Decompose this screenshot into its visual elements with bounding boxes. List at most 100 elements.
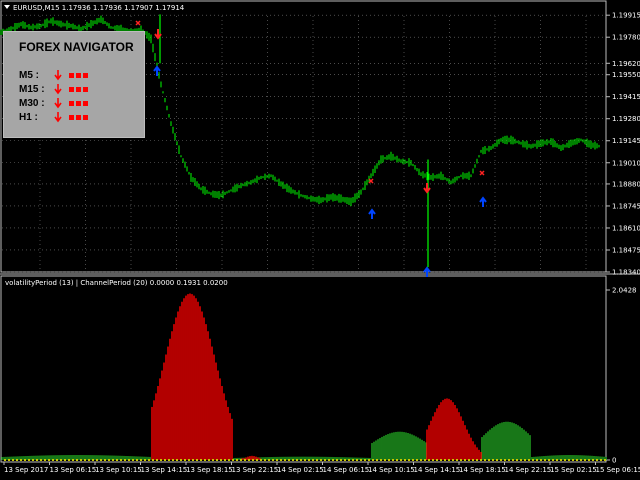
- signal-block: [69, 86, 74, 92]
- subwindow-frame: [0, 275, 607, 463]
- baseline-dot: [112, 459, 114, 461]
- baseline-dot: [196, 459, 198, 461]
- baseline-dot: [456, 459, 458, 461]
- baseline-dot: [248, 459, 250, 461]
- baseline-dot: [296, 459, 298, 461]
- baseline-dot: [444, 459, 446, 461]
- baseline-dot: [24, 459, 26, 461]
- baseline-dot: [184, 459, 186, 461]
- baseline-dot: [108, 459, 110, 461]
- price-tick-label: 1.18610: [612, 224, 640, 232]
- baseline-dot: [16, 459, 18, 461]
- baseline-dot: [316, 459, 318, 461]
- signal-block: [69, 100, 74, 106]
- baseline-dot: [120, 459, 122, 461]
- exit-cross-icon: [368, 178, 374, 184]
- baseline-dot: [284, 459, 286, 461]
- time-tick-label: 13 Sep 18:15: [186, 466, 233, 474]
- price-tick-label: 1.19915: [612, 12, 640, 20]
- signal-block: [76, 114, 81, 120]
- baseline-dot: [44, 459, 46, 461]
- baseline-dot: [172, 459, 174, 461]
- baseline-dot: [404, 459, 406, 461]
- baseline-dot: [568, 459, 570, 461]
- baseline-dot: [288, 459, 290, 461]
- baseline-dot: [580, 459, 582, 461]
- price-tick-label: 1.19550: [612, 71, 640, 79]
- baseline-dot: [412, 459, 414, 461]
- signal-block: [76, 72, 81, 78]
- navigator-title: FOREX NAVIGATOR: [19, 40, 134, 54]
- arrow-down-icon: [54, 98, 62, 109]
- menu-triangle-icon[interactable]: [4, 5, 10, 9]
- signal-blocks: [69, 72, 88, 78]
- baseline-dot: [228, 459, 230, 461]
- baseline-dot: [300, 459, 302, 461]
- baseline-dot: [484, 459, 486, 461]
- price-tick-label: 1.18475: [612, 246, 640, 254]
- baseline-dot: [552, 459, 554, 461]
- baseline-dot: [328, 459, 330, 461]
- baseline-dot: [132, 459, 134, 461]
- baseline-dot: [28, 459, 30, 461]
- baseline-dot: [216, 459, 218, 461]
- signal-block: [83, 100, 88, 106]
- baseline-dot: [244, 459, 246, 461]
- time-tick-label: 14 Sep 10:15: [368, 466, 415, 474]
- signal-blocks: [69, 86, 88, 92]
- time-tick-label: 14 Sep 22:15: [505, 466, 552, 474]
- baseline-dot: [40, 459, 42, 461]
- subwindow-label: volatilityPeriod (13) | ChannelPeriod (2…: [5, 279, 228, 287]
- baseline-dot: [88, 459, 90, 461]
- baseline-dot: [204, 459, 206, 461]
- baseline-dot: [432, 459, 434, 461]
- baseline-dot: [364, 459, 366, 461]
- time-tick-label: 14 Sep 06:15: [323, 466, 370, 474]
- baseline-dot: [156, 459, 158, 461]
- baseline-dot: [408, 459, 410, 461]
- baseline-dot: [324, 459, 326, 461]
- baseline-dot: [72, 459, 74, 461]
- baseline-dot: [600, 459, 602, 461]
- baseline-dot: [264, 459, 266, 461]
- baseline-dot: [12, 459, 14, 461]
- baseline-dot: [540, 459, 542, 461]
- baseline-dot: [528, 459, 530, 461]
- baseline-dot: [104, 459, 106, 461]
- price-tick-label: 1.18880: [612, 180, 640, 188]
- time-axis: 13 Sep 2017 13 Sep 06:1513 Sep 10:1513 Se…: [3, 462, 640, 474]
- price-tick-label: 1.19620: [612, 60, 640, 68]
- baseline-dot: [8, 459, 10, 461]
- baseline-dot: [348, 459, 350, 461]
- baseline-dot: [220, 459, 222, 461]
- time-tick-label: 13 Sep 2017: [4, 466, 48, 474]
- baseline-dot: [64, 459, 66, 461]
- navigator-row-m15: M15 :: [19, 82, 88, 96]
- baseline-dot: [516, 459, 518, 461]
- baseline-dot: [384, 459, 386, 461]
- baseline-dot: [476, 459, 478, 461]
- baseline-dot: [96, 459, 98, 461]
- baseline-dot: [20, 459, 22, 461]
- signal-block: [69, 72, 74, 78]
- baseline-dot: [376, 459, 378, 461]
- baseline-dot: [268, 459, 270, 461]
- baseline-dot: [148, 459, 150, 461]
- baseline-dot: [604, 459, 606, 461]
- baseline-dot: [116, 459, 118, 461]
- baseline-dot: [232, 459, 234, 461]
- baseline-dot: [292, 459, 294, 461]
- forex-navigator-panel: FOREX NAVIGATOR M5 : M15 : M30 : H1 :: [3, 31, 145, 138]
- price-tick-label: 1.18745: [612, 202, 640, 210]
- time-tick-label: 13 Sep 14:15: [141, 466, 188, 474]
- arrow-down-icon: [54, 112, 62, 123]
- baseline-dot: [180, 459, 182, 461]
- baseline-dot: [308, 459, 310, 461]
- baseline-dot: [572, 459, 574, 461]
- baseline-dot: [536, 459, 538, 461]
- baseline-dot: [480, 459, 482, 461]
- exit-cross-icon: [479, 170, 485, 176]
- baseline-dot: [560, 459, 562, 461]
- time-tick-label: 15 Sep 02:15: [550, 466, 597, 474]
- baseline-dot: [188, 459, 190, 461]
